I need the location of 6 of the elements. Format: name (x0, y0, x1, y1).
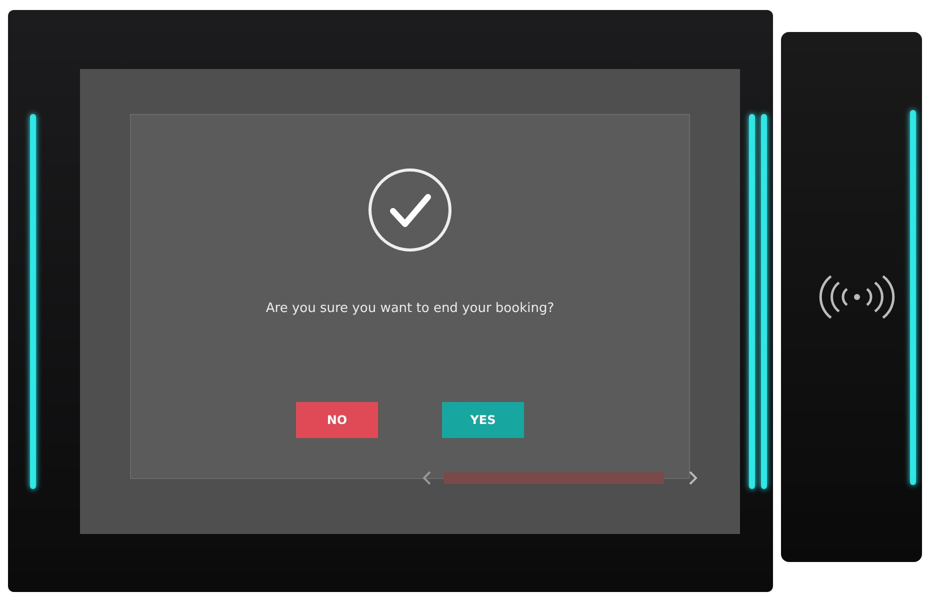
no-button[interactable]: NO (296, 402, 378, 438)
chevron-right-icon[interactable] (688, 470, 698, 484)
yes-button[interactable]: YES (442, 402, 524, 438)
check-circle-icon (367, 166, 453, 252)
chevron-left-icon[interactable] (422, 470, 432, 484)
confirm-message: Are you sure you want to end your booking? (266, 300, 554, 316)
